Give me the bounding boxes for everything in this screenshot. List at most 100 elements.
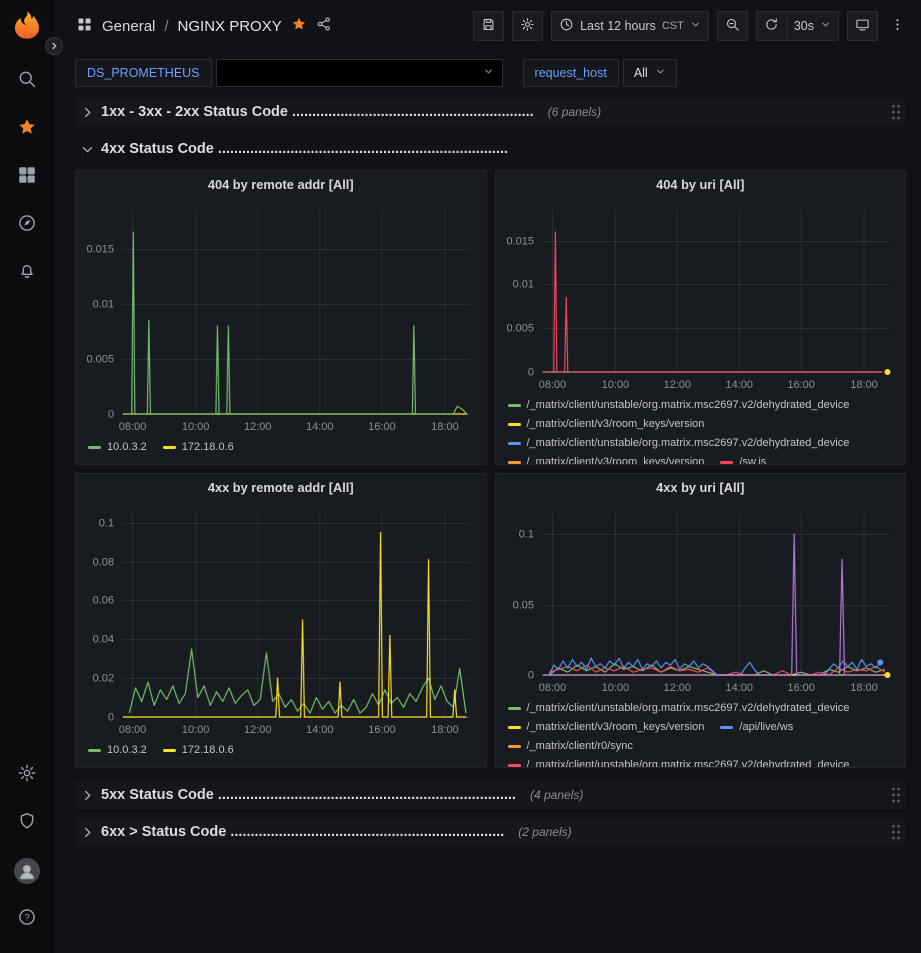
timeseries-canvas[interactable] xyxy=(496,501,906,697)
row-drag-handle[interactable] xyxy=(890,823,902,846)
chevron-right-icon xyxy=(49,39,59,54)
legend: /_matrix/client/unstable/org.matrix.msc2… xyxy=(496,394,906,464)
dashboard-settings-button[interactable] xyxy=(512,11,543,41)
legend-swatch xyxy=(508,764,521,767)
legend-swatch xyxy=(163,446,176,449)
legend-item[interactable]: 172.18.0.6 xyxy=(163,438,234,456)
legend-label: 172.18.0.6 xyxy=(182,438,234,456)
row-1xx-3xx-2xx[interactable]: 1xx - 3xx - 2xx Status Code ............… xyxy=(75,98,906,126)
bell-icon xyxy=(17,261,37,286)
request-host-label[interactable]: request_host xyxy=(523,59,619,87)
breadcrumb-folder[interactable]: General xyxy=(102,18,155,35)
panel-title[interactable]: 404 by uri [All] xyxy=(496,171,906,198)
main-area: General / NGINX PROXY Last 12 hours CST xyxy=(54,0,921,953)
row-6xx[interactable]: 6xx > Status Code ......................… xyxy=(75,818,906,846)
sidebar-item-explore[interactable] xyxy=(7,205,47,245)
legend-item[interactable]: 10.0.3.2 xyxy=(88,438,147,456)
compass-icon xyxy=(17,213,37,238)
row-drag-handle[interactable] xyxy=(890,786,902,809)
chevron-down-icon xyxy=(655,66,666,80)
legend-label: /_matrix/client/unstable/org.matrix.msc2… xyxy=(527,434,850,452)
save-dashboard-button[interactable] xyxy=(473,11,504,41)
panel-4xx-by-remote-addr: 4xx by remote addr [All] 10.0.3.2 172.18… xyxy=(75,473,487,768)
share-icon[interactable] xyxy=(316,16,332,36)
row-title: 1xx - 3xx - 2xx Status Code ............… xyxy=(101,104,534,120)
top-navbar: General / NGINX PROXY Last 12 hours CST xyxy=(54,0,921,52)
panel-404-by-remote-addr: 404 by remote addr [All] 10.0.3.2 172.18… xyxy=(75,170,487,465)
legend-item[interactable]: /_matrix/client/unstable/org.matrix.msc2… xyxy=(508,756,850,767)
chevron-down-icon xyxy=(80,142,95,157)
tv-mode-button[interactable] xyxy=(847,11,878,41)
legend-label: 10.0.3.2 xyxy=(107,438,147,456)
sidebar-item-help[interactable]: ? xyxy=(7,899,47,939)
sidebar-item-server-admin[interactable] xyxy=(7,803,47,843)
legend-swatch xyxy=(508,423,521,426)
ds-prometheus-label[interactable]: DS_PROMETHEUS xyxy=(75,59,212,87)
legend-swatch xyxy=(720,726,733,729)
legend-item[interactable]: /_matrix/client/unstable/org.matrix.msc2… xyxy=(508,434,850,452)
sidebar-item-starred[interactable] xyxy=(7,109,47,149)
row-title: 5xx Status Code ........................… xyxy=(101,787,516,803)
legend-item[interactable]: 172.18.0.6 xyxy=(163,741,234,759)
legend-swatch xyxy=(508,745,521,748)
panel-title[interactable]: 4xx by remote addr [All] xyxy=(76,474,486,501)
chevron-down-icon xyxy=(820,19,831,33)
breadcrumb-dashboard-title[interactable]: NGINX PROXY xyxy=(178,18,282,35)
timeseries-canvas[interactable] xyxy=(76,501,486,739)
dashboard-scroll-area: 1xx - 3xx - 2xx Status Code ............… xyxy=(54,96,921,953)
more-options-button[interactable] xyxy=(886,11,909,41)
zoom-out-button[interactable] xyxy=(717,11,748,41)
kebab-menu-icon xyxy=(890,17,905,35)
legend-item[interactable]: /_matrix/client/unstable/org.matrix.msc2… xyxy=(508,396,850,414)
svg-text:?: ? xyxy=(24,912,29,922)
grafana-logo[interactable] xyxy=(11,9,43,41)
apps-grid-icon xyxy=(76,16,93,37)
legend-item[interactable]: /_matrix/client/r0/sync xyxy=(508,737,633,755)
legend-label: /api/live/ws xyxy=(739,718,793,736)
legend-swatch xyxy=(508,442,521,445)
legend-swatch xyxy=(720,461,733,464)
sidebar-bottom: ? xyxy=(7,751,47,943)
refresh-button[interactable] xyxy=(756,11,787,41)
sidebar-item-settings[interactable] xyxy=(7,755,47,795)
legend-label: /_matrix/client/v3/room_keys/version xyxy=(527,453,705,464)
sidebar-item-alerting[interactable] xyxy=(7,253,47,293)
row-5xx[interactable]: 5xx Status Code ........................… xyxy=(75,781,906,809)
legend-item[interactable]: /_matrix/client/unstable/org.matrix.msc2… xyxy=(508,699,850,717)
request-host-value: All xyxy=(634,66,648,80)
dashboard-toolbar: Last 12 hours CST 30s xyxy=(473,11,909,41)
chart-area xyxy=(496,198,906,394)
legend-item[interactable]: /_matrix/client/v3/room_keys/version xyxy=(508,453,705,464)
row-drag-handle[interactable] xyxy=(890,103,902,126)
refresh-interval-picker[interactable]: 30s xyxy=(787,11,839,41)
sidebar-item-search[interactable] xyxy=(7,61,47,101)
time-range-label: Last 12 hours xyxy=(580,19,656,33)
sidebar-item-profile[interactable] xyxy=(7,851,47,891)
legend-item[interactable]: /_matrix/client/v3/room_keys/version xyxy=(508,415,705,433)
variables-bar: DS_PROMETHEUS request_host All xyxy=(54,52,921,96)
row-title: 4xx Status Code ........................… xyxy=(101,141,508,157)
legend-item[interactable]: /_matrix/client/v3/room_keys/version xyxy=(508,718,705,736)
legend-swatch xyxy=(88,446,101,449)
panel-4xx-by-uri: 4xx by uri [All] /_matrix/client/unstabl… xyxy=(495,473,907,768)
ds-prometheus-value-dropdown[interactable] xyxy=(216,59,503,87)
sidebar-expand-button[interactable] xyxy=(45,37,63,55)
breadcrumb-separator: / xyxy=(164,18,168,35)
favorite-star-icon[interactable] xyxy=(291,16,307,36)
panel-title[interactable]: 404 by remote addr [All] xyxy=(76,171,486,198)
row-4xx[interactable]: 4xx Status Code ........................… xyxy=(75,135,906,163)
legend-label: /_matrix/client/v3/room_keys/version xyxy=(527,718,705,736)
legend-item[interactable]: /sw.js xyxy=(720,453,766,464)
legend-item[interactable]: 10.0.3.2 xyxy=(88,741,147,759)
timeseries-canvas[interactable] xyxy=(76,198,486,436)
zoom-out-icon xyxy=(725,17,740,35)
legend-item[interactable]: /api/live/ws xyxy=(720,718,793,736)
request-host-value-dropdown[interactable]: All xyxy=(623,59,677,87)
row-panel-count: (4 panels) xyxy=(530,788,583,802)
panels-grid: 404 by remote addr [All] 10.0.3.2 172.18… xyxy=(75,170,906,768)
time-range-picker[interactable]: Last 12 hours CST xyxy=(551,11,709,41)
refresh-interval-label: 30s xyxy=(794,19,814,33)
sidebar-item-dashboards[interactable] xyxy=(7,157,47,197)
panel-title[interactable]: 4xx by uri [All] xyxy=(496,474,906,501)
timeseries-canvas[interactable] xyxy=(496,198,906,394)
